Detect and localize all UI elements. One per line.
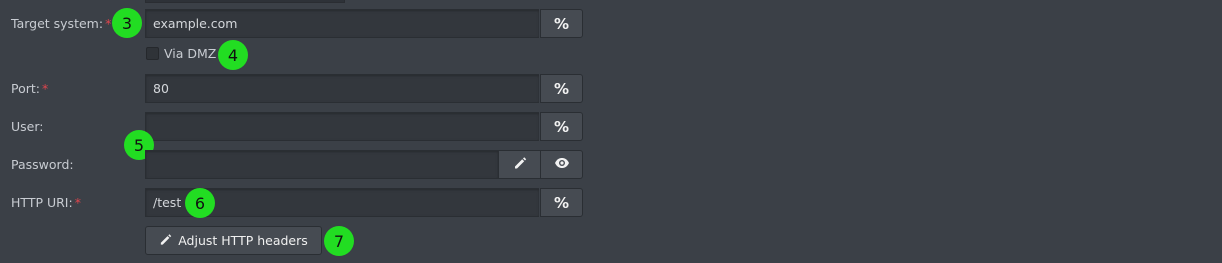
target-system-label-text: Target system: (11, 16, 104, 31)
pencil-icon (159, 233, 172, 249)
required-mark: * (42, 81, 49, 96)
port-label-text: Port: (11, 81, 40, 96)
edit-password-button[interactable] (498, 150, 541, 179)
password-input[interactable] (145, 150, 498, 179)
percent-icon: % (553, 14, 570, 33)
password-label: Password: (11, 157, 74, 172)
percent-icon: % (553, 117, 570, 136)
pencil-icon (513, 156, 527, 173)
http-uri-label: HTTP URI: * (11, 195, 81, 210)
annotation-marker-3: 3 (112, 8, 142, 38)
port-macro-button[interactable]: % (540, 74, 583, 103)
user-macro-button[interactable]: % (540, 112, 583, 141)
percent-icon: % (553, 79, 570, 98)
adjust-http-headers-button[interactable]: Adjust HTTP headers (145, 226, 322, 255)
annotation-marker-7: 7 (324, 226, 354, 256)
target-system-input[interactable]: example.com (145, 9, 539, 38)
http-uri-macro-button[interactable]: % (540, 188, 583, 217)
target-system-macro-button[interactable]: % (540, 9, 583, 38)
annotation-marker-4: 4 (218, 40, 248, 70)
required-mark: * (105, 16, 112, 31)
adjust-http-headers-label: Adjust HTTP headers (178, 233, 308, 248)
user-input[interactable] (145, 112, 539, 141)
user-label: User: (11, 119, 44, 134)
required-mark: * (74, 195, 81, 210)
via-dmz-checkbox[interactable] (146, 47, 159, 60)
target-system-label: Target system: * (11, 16, 111, 31)
via-dmz-label: Via DMZ (164, 46, 217, 61)
eye-icon (554, 157, 570, 172)
annotation-marker-6: 6 (185, 188, 215, 218)
top-tab-edge (145, 0, 345, 3)
show-password-button[interactable] (540, 150, 583, 179)
port-input[interactable]: 80 (145, 74, 539, 103)
http-uri-label-text: HTTP URI: (11, 195, 73, 210)
percent-icon: % (553, 193, 570, 212)
port-label: Port: * (11, 81, 48, 96)
